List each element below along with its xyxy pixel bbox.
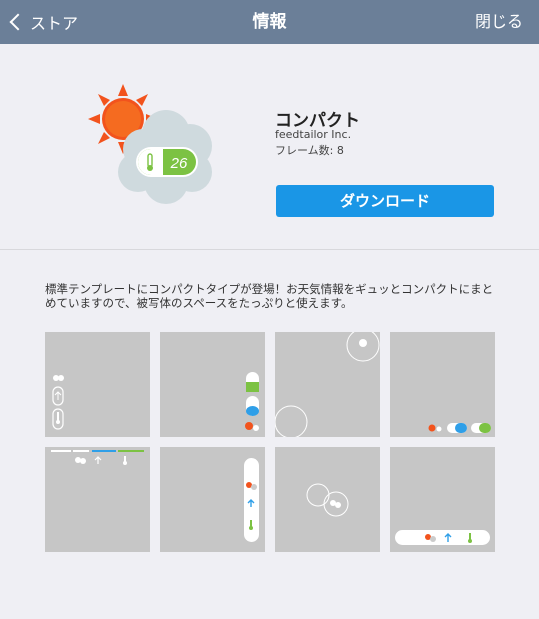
frame-thumbnail-3[interactable] bbox=[275, 332, 380, 437]
navigation-bar: ストア 情報 閉じる bbox=[0, 0, 539, 44]
frame-thumbnail-8[interactable] bbox=[390, 447, 495, 552]
app-description: 標準テンプレートにコンパクトタイプが登場！お天気情報をギュッとコンパクトにまとめ… bbox=[45, 282, 494, 310]
close-button[interactable]: 閉じる bbox=[475, 0, 523, 44]
app-icon: 26 bbox=[88, 84, 212, 204]
page-title: 情報 bbox=[252, 12, 287, 32]
frame-thumbnail-5[interactable] bbox=[45, 447, 150, 552]
back-button[interactable]: ストア bbox=[8, 0, 78, 44]
svg-text:26: 26 bbox=[170, 155, 188, 172]
back-button-label: ストア bbox=[30, 14, 79, 33]
app-header: 26 コンパクト feedtailor Inc. フレーム数: 8 ダウンロード bbox=[0, 44, 539, 250]
frame-count: フレーム数: 8 bbox=[275, 144, 344, 157]
chevron-left-icon bbox=[9, 13, 27, 31]
frame-thumbnail-7[interactable] bbox=[275, 447, 380, 552]
frame-thumbnail-2[interactable] bbox=[160, 332, 265, 437]
temperature-capsule: 26 bbox=[136, 147, 198, 177]
frame-thumbnail-4[interactable] bbox=[390, 332, 495, 437]
frame-thumbnail-6[interactable] bbox=[160, 447, 265, 552]
app-developer: feedtailor Inc. bbox=[275, 128, 352, 141]
frame-thumbnail-1[interactable] bbox=[45, 332, 150, 437]
download-button[interactable]: ダウンロード bbox=[276, 185, 494, 217]
